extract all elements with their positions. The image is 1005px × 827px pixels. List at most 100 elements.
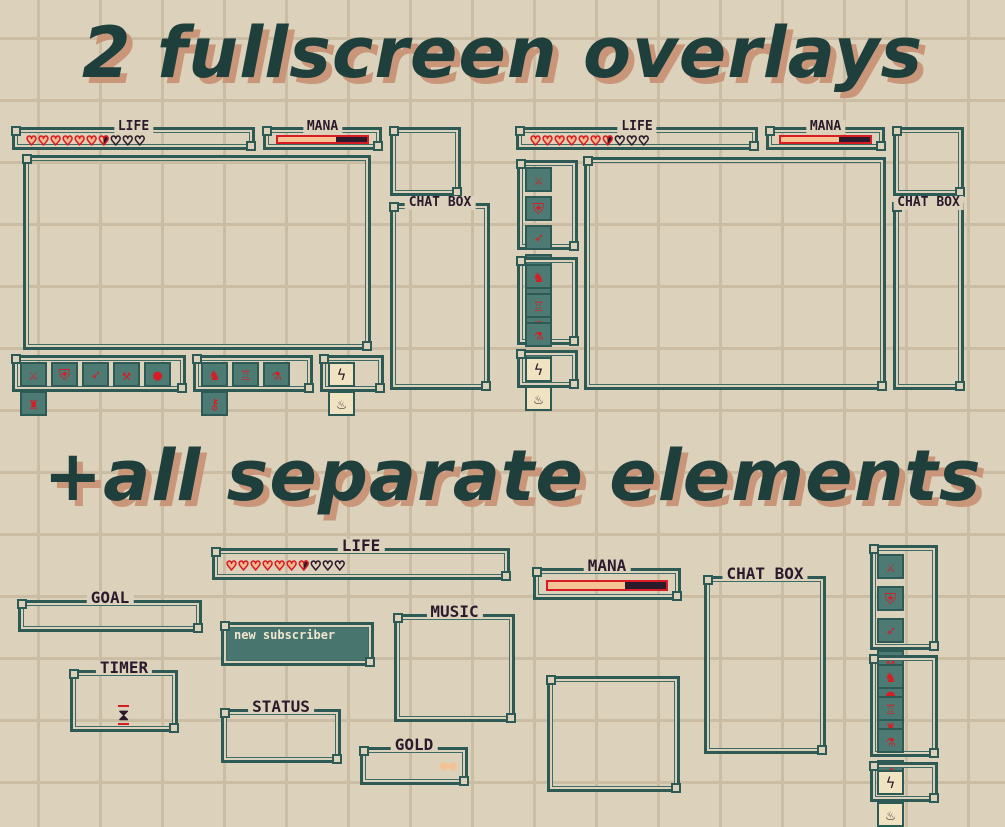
items-bar: ♞♖⚗⚷ — [869, 654, 939, 785]
armor-icon: ♖ — [232, 362, 259, 387]
helmet-icon: ♞ — [525, 264, 552, 289]
chat-box: CHAT BOX — [703, 566, 827, 755]
bow-icon: ➶ — [525, 225, 552, 250]
heart-icon: ♥ — [298, 557, 309, 575]
chat-box: CHAT BOX — [389, 196, 491, 391]
items-bar: ♞♖⚗ ⚷ — [192, 354, 314, 416]
heart-icon: ♥ — [578, 132, 589, 150]
heart-icon: ♥ — [566, 132, 577, 150]
helmet-icon: ♞ — [877, 664, 904, 689]
heart-icon: ♥ — [62, 132, 73, 150]
lightning-scroll-icon: ϟ — [328, 362, 355, 387]
webcam-box — [892, 126, 965, 197]
weapons-bar: ⚔⛨➶⚒●♜ — [869, 544, 939, 739]
lightning-scroll-icon: ϟ — [877, 770, 904, 795]
game-screen — [22, 154, 372, 351]
heart-icon: ♥ — [38, 132, 49, 150]
shield-icon: ⛨ — [525, 196, 552, 221]
potion-icon: ⚗ — [525, 322, 552, 347]
lightning-scroll-icon: ϟ — [525, 357, 552, 382]
heart-icon: ♥ — [50, 132, 61, 150]
mana-label: MANA — [302, 120, 343, 134]
heart-icon: ♥ — [262, 557, 273, 575]
life-bar: LIFE ♥ ♥ ♥ ♥ ♥ ♥ ♥ ♥ ♥ ♥ — [211, 538, 511, 581]
heart-icon: ♥ — [542, 132, 553, 150]
fire-scroll-icon: ♨ — [877, 802, 904, 827]
heart-icon: ♥ — [26, 132, 37, 150]
heart-icon: ♥ — [135, 132, 146, 150]
heart-icon: ♥ — [602, 132, 613, 150]
axe-icon: ⚒ — [113, 362, 140, 387]
fire-scroll-icon: ♨ — [328, 391, 355, 416]
music-box: MUSIC — [393, 604, 516, 723]
life-label: LIFE — [337, 538, 385, 554]
weapons-bar: ⚔⛨➶⚒●♜ — [516, 159, 579, 337]
shield-icon: ⛨ — [51, 362, 78, 387]
scrolls-bar: ϟ ♨ — [516, 349, 579, 411]
mana-fill — [781, 137, 839, 142]
heart-icon: ♥ — [335, 557, 346, 575]
heart-icon: ♥ — [238, 557, 249, 575]
weapons-bar: ⚔⛨➶⚒● ♜ — [11, 354, 187, 416]
heart-icon: ♥ — [554, 132, 565, 150]
armor-icon: ♖ — [877, 696, 904, 721]
mana-bar: MANA — [765, 120, 886, 151]
heading-fullscreen-overlays: 2 fullscreen overlays — [81, 12, 924, 94]
chat-label: CHAT BOX — [722, 566, 808, 582]
heart-icon: ♥ — [310, 557, 321, 575]
heart-icon: ♥ — [590, 132, 601, 150]
chat-box: CHAT BOX — [892, 196, 965, 391]
mana-meter — [546, 580, 668, 591]
status-box: STATUS — [220, 699, 342, 764]
heart-icon: ♥ — [322, 557, 333, 575]
coins-icon: ●● — [440, 758, 457, 774]
new-subscriber-alert: new subscriber — [220, 621, 375, 667]
shield-icon: ⛨ — [877, 586, 904, 611]
webcam-box — [389, 126, 462, 197]
gold-box: GOLD ●● — [359, 737, 469, 786]
lantern-icon: ♜ — [20, 391, 47, 416]
sword-icon: ⚔ — [20, 362, 47, 387]
music-label: MUSIC — [426, 604, 483, 620]
hourglass-icon: ⧗ — [118, 705, 130, 725]
empty-box — [546, 675, 681, 793]
mana-bar: MANA — [262, 120, 383, 151]
game-screen — [583, 156, 887, 391]
hearts: ♥ ♥ ♥ ♥ ♥ ♥ ♥ ♥ ♥ ♥ — [530, 132, 649, 150]
key-icon: ⚷ — [201, 391, 228, 416]
goal-box: GOAL — [17, 590, 203, 633]
bow-icon: ➶ — [82, 362, 109, 387]
heart-icon: ♥ — [250, 557, 261, 575]
heading-separate-elements: +all separate elements — [43, 435, 982, 517]
heart-icon: ♥ — [122, 132, 133, 150]
heart-icon: ♥ — [530, 132, 541, 150]
chat-label: CHAT BOX — [893, 196, 964, 210]
mana-fill — [278, 137, 336, 142]
goal-label: GOAL — [86, 590, 134, 606]
sword-icon: ⚔ — [877, 554, 904, 579]
heart-icon: ♥ — [626, 132, 637, 150]
mana-fill — [548, 582, 625, 589]
bomb-icon: ● — [144, 362, 171, 387]
mana-label: MANA — [805, 120, 846, 134]
bow-icon: ➶ — [877, 618, 904, 643]
heart-icon: ♥ — [86, 132, 97, 150]
heart-icon: ♥ — [226, 557, 237, 575]
scrolls-bar: ϟ ♨ — [319, 354, 385, 416]
life-bar: LIFE ♥ ♥ ♥ ♥ ♥ ♥ ♥ ♥ ♥ ♥ — [11, 120, 256, 151]
potion-icon: ⚗ — [263, 362, 290, 387]
sword-icon: ⚔ — [525, 167, 552, 192]
helmet-icon: ♞ — [201, 362, 228, 387]
life-bar: LIFE ♥ ♥ ♥ ♥ ♥ ♥ ♥ ♥ ♥ ♥ — [515, 120, 759, 151]
mana-meter — [276, 135, 369, 144]
items-bar: ♞♖⚗⚷ — [516, 256, 579, 376]
timer-label: TIMER — [95, 660, 153, 676]
status-label: STATUS — [248, 699, 314, 715]
heart-icon: ♥ — [74, 132, 85, 150]
heart-icon: ♥ — [98, 132, 109, 150]
mana-label: MANA — [583, 558, 631, 574]
new-subscriber-text: new subscriber — [234, 628, 336, 642]
armor-icon: ♖ — [525, 293, 552, 318]
heart-icon: ♥ — [614, 132, 625, 150]
heart-icon: ♥ — [286, 557, 297, 575]
